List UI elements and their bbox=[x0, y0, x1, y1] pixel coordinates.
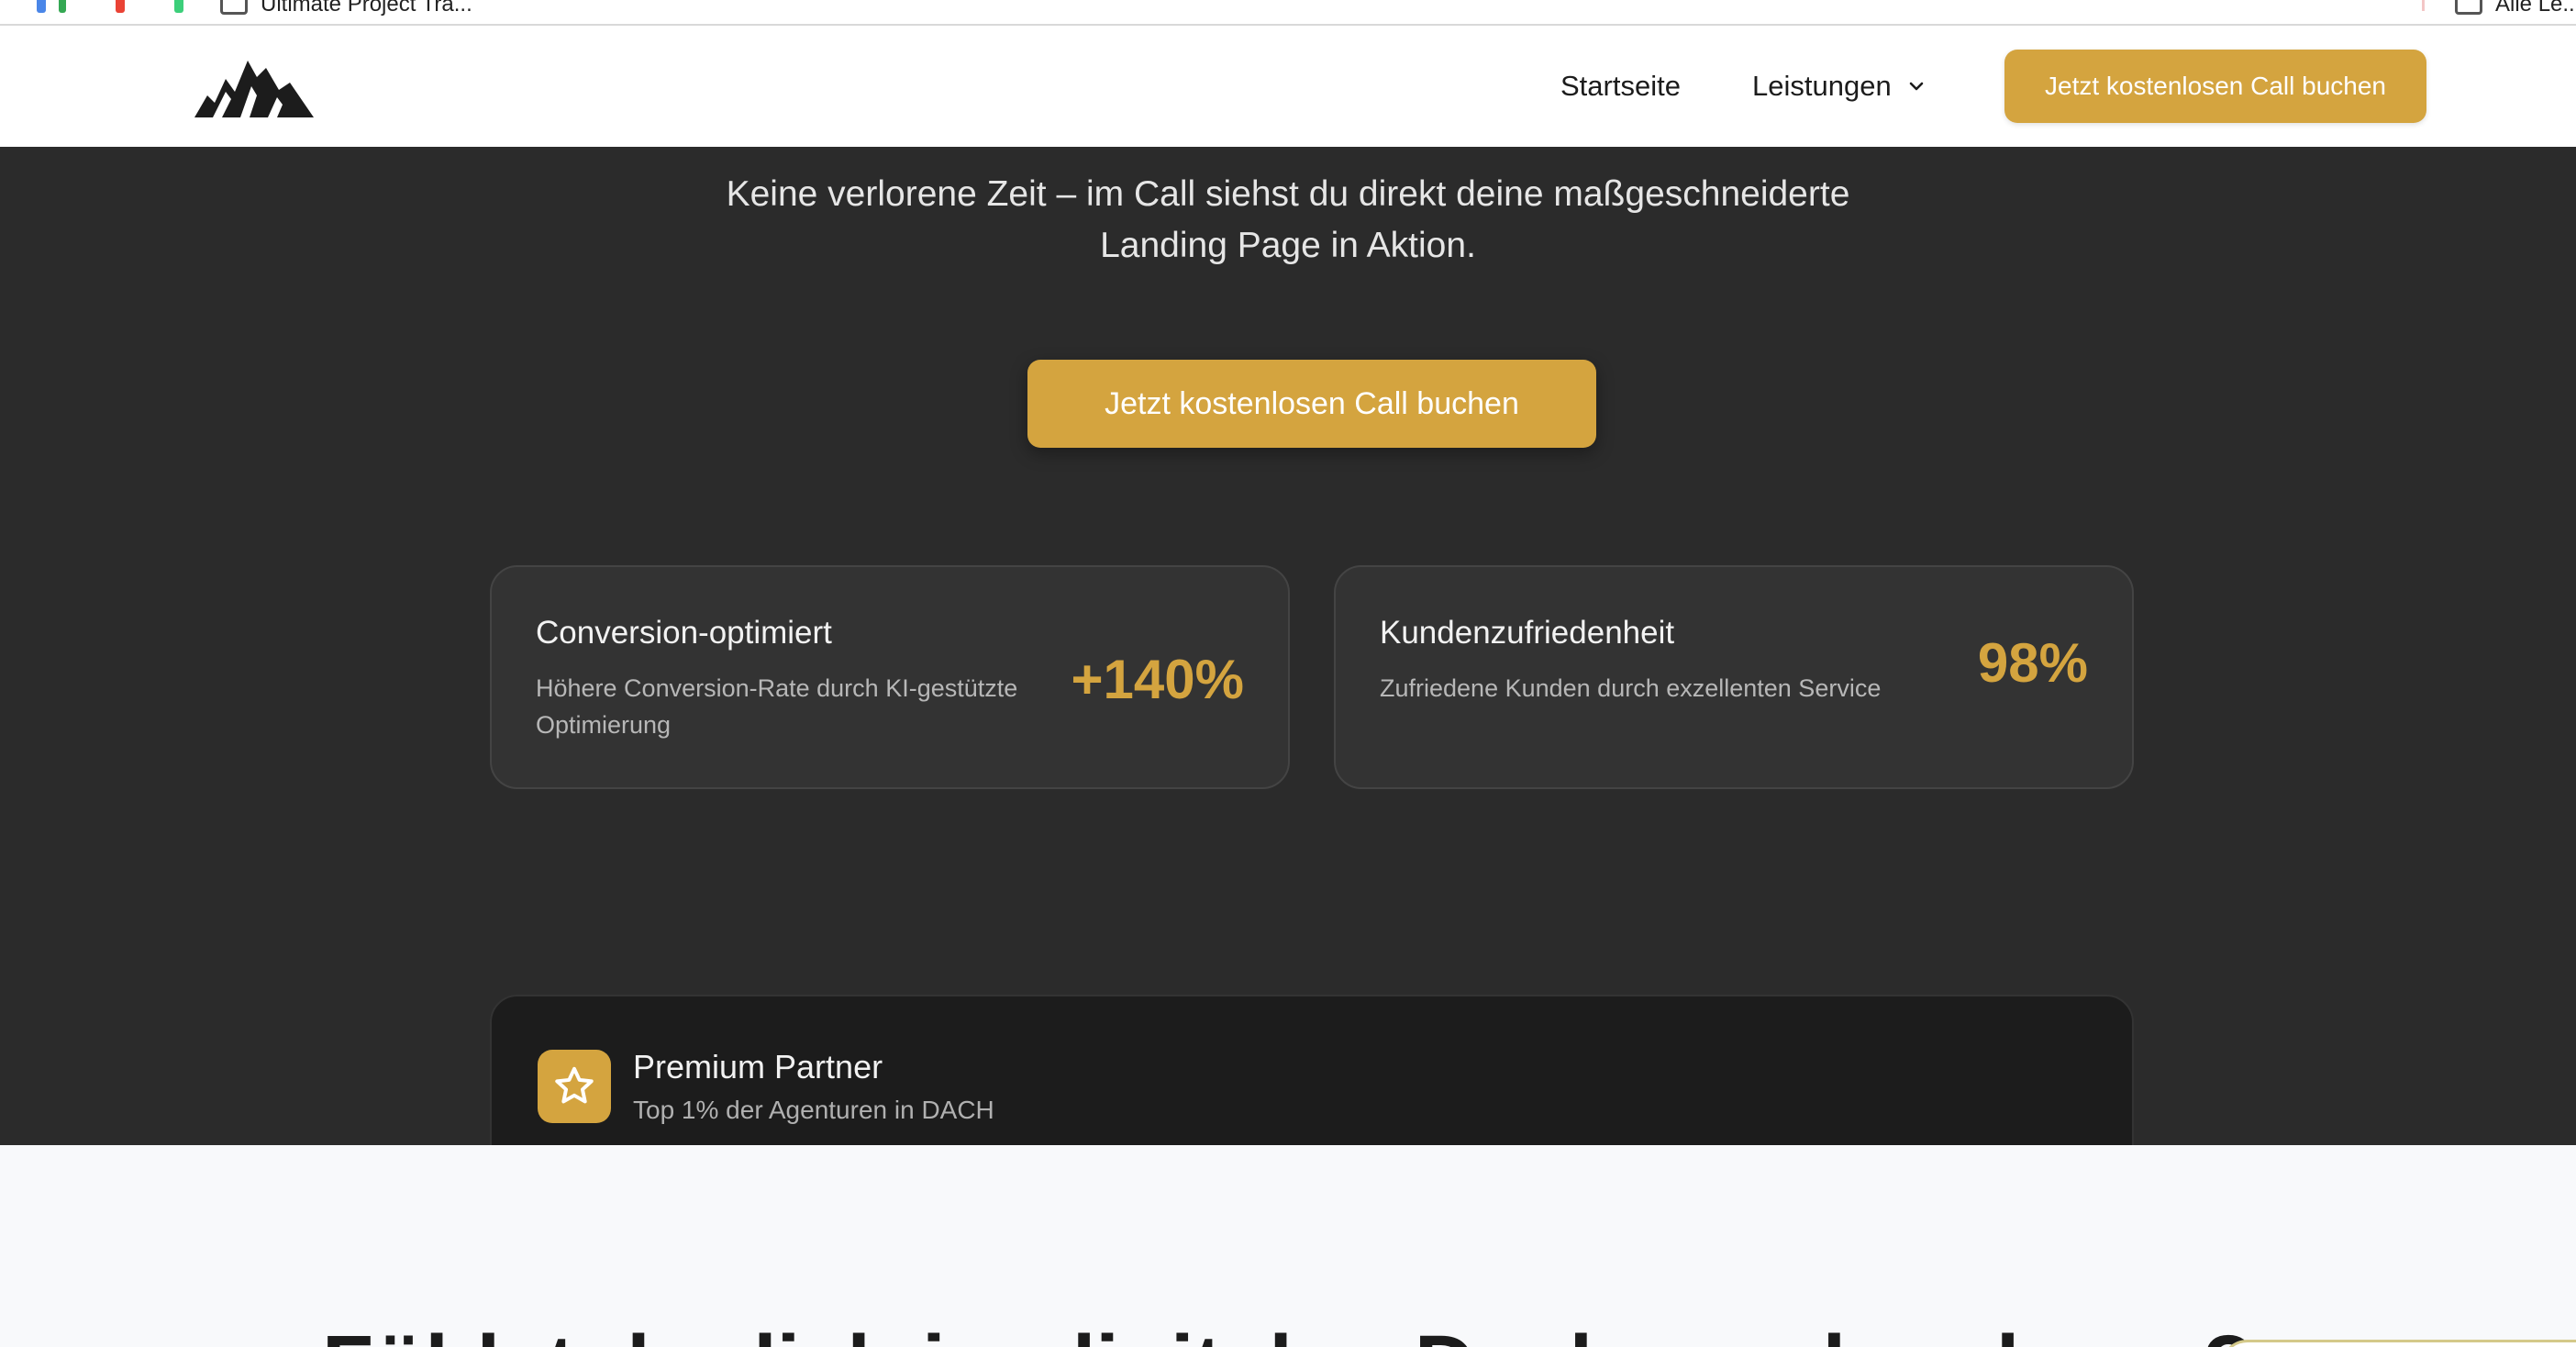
chevron-down-icon bbox=[1909, 82, 1923, 91]
partner-subtitle: Top 1% der Agenturen in DACH bbox=[633, 1096, 994, 1124]
hero-subtitle-line: Keine verlorene Zeit – im Call siehst du… bbox=[726, 174, 1850, 214]
bookmark-icon bbox=[37, 0, 46, 13]
mountain-logo-icon[interactable] bbox=[194, 55, 314, 117]
bookmark-label: Ultimate Project Tra... bbox=[261, 0, 472, 17]
nav-link-home[interactable]: Startseite bbox=[1560, 68, 1681, 105]
site-header: Startseite Leistungen Jetzt kostenlosen … bbox=[0, 26, 2576, 147]
bookmark-icon bbox=[116, 0, 125, 13]
star-badge bbox=[538, 1050, 611, 1123]
browser-bookmark-bar: Ultimate Project Tra... Alle Le... bbox=[0, 0, 2576, 26]
nav-dropdown-services[interactable]: Leistungen bbox=[1752, 68, 1926, 105]
hero-section: Keine verlorene Zeit – im Call siehst du… bbox=[0, 147, 2576, 1174]
bookmark-ultimate-project[interactable]: Ultimate Project Tra... bbox=[220, 0, 472, 18]
stat-card-value: +140% bbox=[1071, 649, 1245, 710]
stat-card-title: Conversion-optimiert bbox=[536, 615, 832, 651]
nav-services-label: Leistungen bbox=[1752, 70, 1892, 102]
bookmark-icons[interactable] bbox=[37, 0, 183, 18]
folder-icon bbox=[2455, 0, 2482, 15]
partner-title: Premium Partner bbox=[633, 1048, 883, 1085]
stat-card-conversion: Conversion-optimiert Höhere Conversion-R… bbox=[490, 565, 1290, 789]
stat-card-description: Zufriedene Kunden durch exzellenten Serv… bbox=[1380, 674, 1882, 702]
section-heading: Fühlst du dich im digitalen Dschungel ve… bbox=[0, 1318, 2576, 1347]
bookmark-icon bbox=[59, 0, 66, 13]
header-book-call-button[interactable]: Jetzt kostenlosen Call buchen bbox=[2004, 50, 2426, 123]
stat-card-description: Höhere Conversion-Rate durch KI-gestützt… bbox=[536, 674, 1018, 739]
stat-card-satisfaction: Kundenzufriedenheit Zufriedene Kunden du… bbox=[1334, 565, 2134, 789]
hero-subtitle: Keine verlorene Zeit – im Call siehst du… bbox=[0, 169, 2576, 272]
hero-book-call-button[interactable]: Jetzt kostenlosen Call buchen bbox=[1027, 360, 1596, 448]
bookmark-label: Alle Le... bbox=[2495, 0, 2576, 17]
star-icon bbox=[555, 1066, 594, 1104]
stat-card-value: 98% bbox=[1977, 632, 2088, 694]
bookmark-all[interactable]: Alle Le... bbox=[2455, 0, 2576, 18]
hero-subtitle-line: Landing Page in Aktion. bbox=[1100, 226, 1476, 265]
bookmark-divider bbox=[2422, 0, 2425, 11]
bookmark-icon bbox=[174, 0, 183, 13]
page: Ultimate Project Tra... Alle Le... Start… bbox=[0, 0, 2576, 1347]
floating-widget[interactable] bbox=[2220, 1340, 2576, 1347]
problem-section: Fühlst du dich im digitalen Dschungel ve… bbox=[0, 1145, 2576, 1347]
stat-card-title: Kundenzufriedenheit bbox=[1380, 615, 1675, 651]
page-icon bbox=[220, 0, 248, 15]
